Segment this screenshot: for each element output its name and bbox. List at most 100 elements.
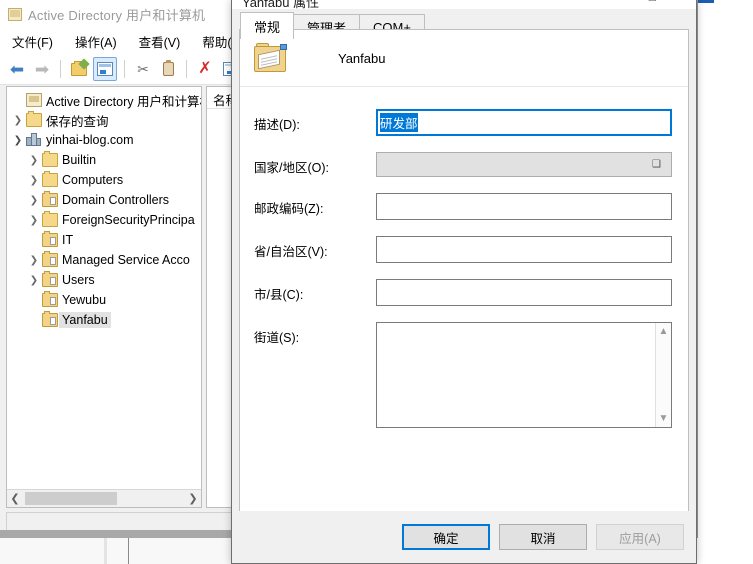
maximize-icon[interactable]: □ (649, 0, 656, 4)
ou-icon (42, 231, 58, 247)
menu-item-view[interactable]: 查看(V) (137, 30, 183, 53)
ok-button-label: 确定 (433, 531, 459, 546)
menu-item-file[interactable]: 文件(F) (10, 30, 55, 53)
console-icon (26, 93, 42, 107)
taskbar-divider (128, 538, 129, 564)
chevron-right-icon[interactable]: ❯ (27, 255, 41, 266)
cancel-button[interactable]: 取消 (499, 524, 587, 550)
description-input-value: 研发部 (380, 113, 418, 132)
tree-item-yewubu[interactable]: Yewubu (7, 290, 201, 310)
chevron-right-icon[interactable]: ❯ (11, 115, 25, 126)
background-window: ✕ (694, 0, 753, 538)
dialog-button-bar: 确定 取消 应用(A) (232, 511, 696, 563)
folder-icon (42, 151, 58, 167)
tree-item-computers[interactable]: ❯ Computers (7, 170, 201, 190)
chevron-right-icon[interactable]: ❯ (27, 175, 41, 186)
up-folder-icon[interactable] (68, 57, 90, 80)
scroll-down-icon[interactable]: ▼ (659, 413, 669, 424)
ou-icon (42, 251, 58, 267)
postal-code-input[interactable] (376, 193, 672, 220)
tab-general[interactable]: 常规 (240, 12, 295, 39)
tree-item-label: IT (62, 233, 74, 247)
scroll-right-icon[interactable]: ❯ (185, 492, 201, 505)
field-label-description: 描述(D): (254, 118, 300, 132)
city-input[interactable] (376, 279, 672, 306)
tree-item-domain-controllers[interactable]: ❯ Domain Controllers (7, 190, 201, 210)
delete-icon[interactable]: ✗ (194, 58, 216, 80)
field-label-street: 街道(S): (254, 331, 300, 345)
chevron-right-icon[interactable]: ❯ (27, 155, 41, 166)
folder-icon (42, 211, 58, 227)
console-icon (8, 7, 22, 21)
toolbar-separator (186, 60, 187, 78)
chevron-right-icon[interactable]: ❯ (27, 215, 41, 226)
folder-icon (26, 111, 42, 127)
object-name: Yanfabu (338, 50, 386, 66)
description-input[interactable]: 研发部 (376, 109, 672, 136)
tree-item-builtin[interactable]: ❯ Builtin (7, 150, 201, 170)
field-row-city: 市/县(C): (240, 279, 688, 306)
folder-icon (42, 171, 58, 187)
general-form: 描述(D): 研发部 国家/地区(O): ❑ 邮政编码(Z): 省/自治区(V)… (240, 87, 688, 428)
country-select[interactable]: ❑ (376, 152, 672, 177)
scrollbar-track[interactable] (23, 490, 185, 507)
tree-item-label: Builtin (62, 153, 97, 167)
tree-item-it[interactable]: IT (7, 230, 201, 250)
domain-icon (26, 133, 42, 147)
tree-item-label: ForeignSecurityPrincipa (62, 213, 195, 227)
chevron-right-icon[interactable]: ❯ (27, 275, 41, 286)
tree-item-users[interactable]: ❯ Users (7, 270, 201, 290)
dialog-titlebar: Yanfabu 属性 – □ (232, 0, 696, 9)
tree-item-label: Managed Service Acco (62, 253, 190, 267)
field-label-postal-code: 邮政编码(Z): (254, 202, 324, 216)
street-textarea[interactable]: ▲ ▼ (376, 322, 672, 428)
apply-button[interactable]: 应用(A) (596, 524, 684, 550)
tree-item-label: 保存的查询 (46, 114, 109, 129)
tab-label: 常规 (254, 19, 281, 35)
chevron-right-icon[interactable]: ❯ (27, 195, 41, 206)
main-window-title: Active Directory 用户和计算机 (28, 7, 206, 23)
toolbar-separator (124, 60, 125, 78)
toolbar-separator (60, 60, 61, 78)
paste-icon[interactable] (157, 58, 179, 80)
properties-icon[interactable] (93, 57, 117, 81)
tree-item-label: Users (62, 273, 95, 287)
tab-panel-general: Yanfabu 描述(D): 研发部 国家/地区(O): ❑ 邮政编码(Z): … (239, 29, 689, 512)
tree-item-label: Yewubu (62, 293, 107, 307)
tree-item-managed-service-accounts[interactable]: ❯ Managed Service Acco (7, 250, 201, 270)
field-row-street: 街道(S): ▲ ▼ (240, 322, 688, 428)
tree-item-label: Yanfabu (59, 312, 111, 328)
back-arrow-icon[interactable]: ⬅ (6, 58, 28, 80)
state-province-input[interactable] (376, 236, 672, 263)
ou-folder-icon (254, 42, 288, 73)
ok-button[interactable]: 确定 (402, 524, 490, 550)
cancel-button-label: 取消 (530, 531, 556, 546)
field-label-city: 市/县(C): (254, 288, 304, 302)
taskbar-divider (104, 538, 107, 564)
forward-arrow-icon[interactable]: ➡ (31, 58, 53, 80)
scroll-left-icon[interactable]: ❮ (7, 492, 23, 505)
tree-item-saved-queries[interactable]: ❯ 保存的查询 (7, 110, 201, 130)
dialog-object-header: Yanfabu (240, 30, 688, 87)
street-vertical-scrollbar[interactable]: ▲ ▼ (655, 323, 671, 427)
tree-item-root[interactable]: Active Directory 用户和计算机 (7, 90, 201, 110)
tree-item-label: Domain Controllers (62, 193, 169, 207)
field-row-country: 国家/地区(O): ❑ (240, 152, 688, 177)
tree-horizontal-scrollbar[interactable]: ❮ ❯ (7, 489, 201, 507)
tree-item-yanfabu[interactable]: Yanfabu (7, 310, 201, 330)
chevron-down-icon[interactable]: ❯ (11, 135, 25, 146)
tree-item-foreign-security-principals[interactable]: ❯ ForeignSecurityPrincipa (7, 210, 201, 230)
tree-item-domain[interactable]: ❯ yinhai-blog.com (7, 130, 201, 150)
scrollbar-thumb[interactable] (25, 492, 117, 505)
field-row-state-province: 省/自治区(V): (240, 236, 688, 263)
street-textarea-value[interactable] (377, 323, 655, 427)
chevron-down-icon[interactable]: ❑ (652, 159, 661, 170)
scroll-up-icon[interactable]: ▲ (659, 326, 669, 337)
tree-view[interactable]: Active Directory 用户和计算机 ❯ 保存的查询 ❯ yinhai… (7, 87, 201, 489)
menu-item-action[interactable]: 操作(A) (73, 30, 119, 53)
ou-icon (42, 291, 58, 307)
field-label-state-province: 省/自治区(V): (254, 245, 328, 259)
tree-pane: Active Directory 用户和计算机 ❯ 保存的查询 ❯ yinhai… (6, 86, 202, 508)
cut-icon[interactable]: ✂ (132, 58, 154, 80)
minimize-icon[interactable]: – (617, 0, 624, 4)
